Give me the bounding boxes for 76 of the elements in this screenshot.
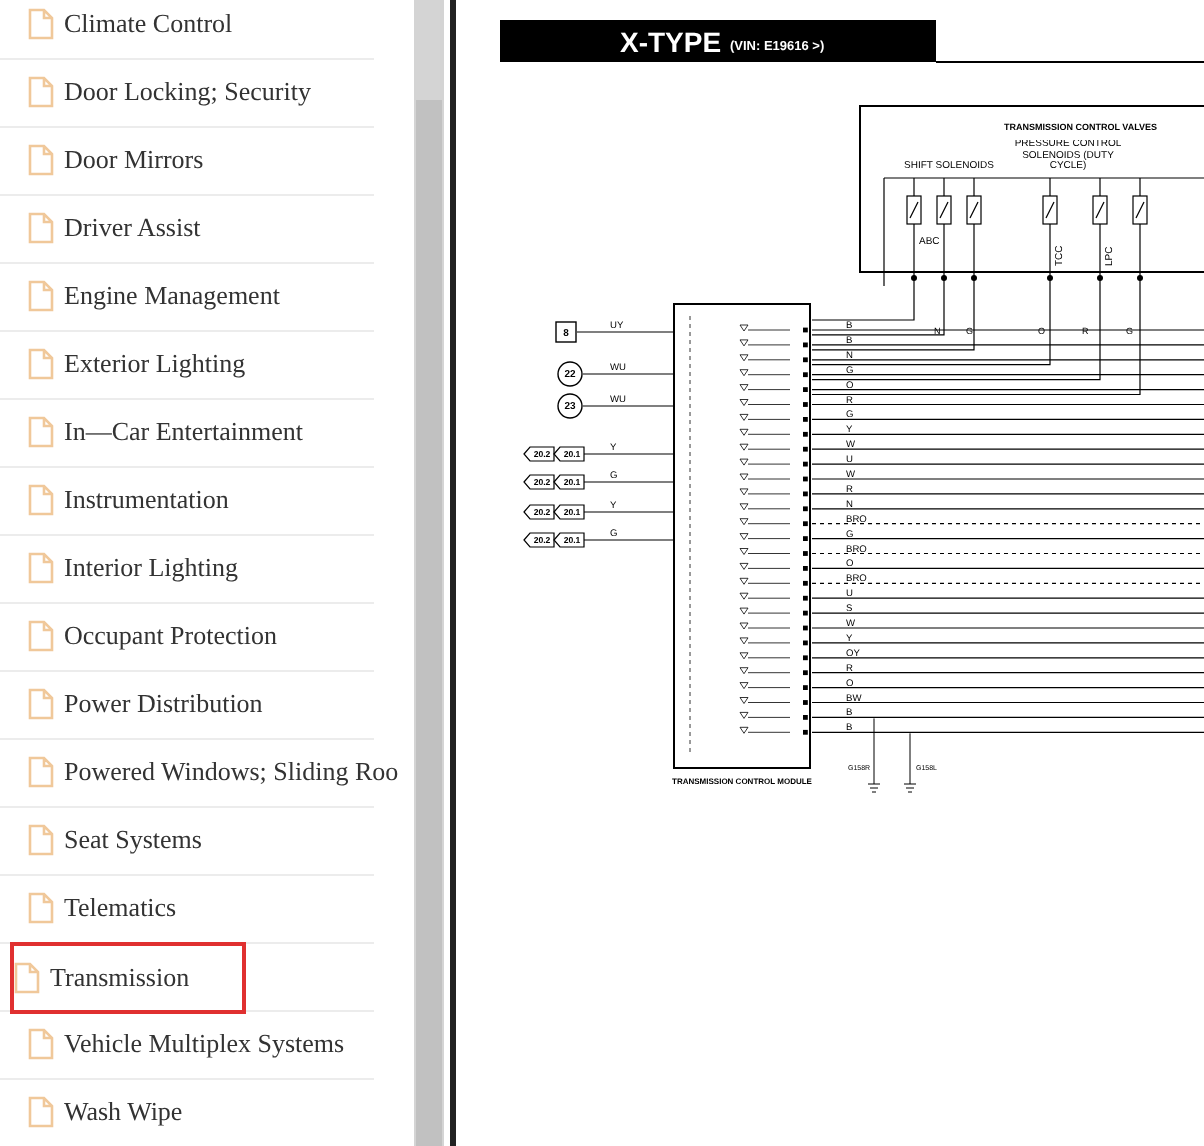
connector-box [555,321,577,343]
sidebar-item[interactable]: In—Car Entertainment [0,399,315,467]
document-icon [28,755,54,787]
pin-symbol [739,369,808,378]
sidebar-item[interactable]: Climate Control [0,0,245,59]
pin-symbol [739,414,808,422]
connector-circle [557,393,583,419]
sidebar-item[interactable]: Powered Windows; Sliding Roo [0,739,411,807]
pin-symbol [739,518,808,527]
wire [576,331,674,333]
pin-symbol [739,563,808,571]
pin-symbol [739,548,808,556]
sidebar-item[interactable]: Engine Management [0,263,292,331]
document-icon [28,687,54,719]
sidebar-item[interactable]: Transmission [10,941,246,1013]
document-icon [28,75,54,107]
pin-symbol [739,637,808,646]
sidebar-item[interactable]: Exterior Lighting [0,331,258,399]
wire [582,481,674,483]
sidebar-item[interactable]: Seat Systems [0,807,214,875]
document-icon [14,961,40,993]
pin-symbol [739,458,808,467]
document-icon [28,1095,54,1127]
pin-symbol [739,384,808,392]
sidebar-item[interactable]: Telematics [0,875,189,943]
sidebar-item[interactable]: Driver Assist [0,195,213,263]
pin-symbol [739,712,808,720]
wire [582,405,674,407]
wire [582,539,674,541]
sidebar-item[interactable]: Interior Lighting [0,535,251,603]
scrollbar[interactable] [414,0,444,1146]
pin-symbol [739,697,808,705]
pin-symbol [739,667,808,676]
pin-symbol [739,622,808,631]
wire [582,373,674,375]
sidebar-item[interactable]: Door Mirrors [0,127,216,195]
pin-symbol [739,488,808,497]
document-icon [28,823,54,855]
sidebar-item[interactable]: Wash Wipe [0,1079,195,1146]
sidebar-item[interactable]: Door Locking; Security [0,59,323,127]
pin-symbol [739,592,808,601]
document-icon [28,891,54,923]
pin-symbol [739,399,808,407]
ground-wiring-drawing [867,717,917,793]
wire [582,511,674,513]
connector-circle [557,361,583,387]
document-icon [28,415,54,447]
document-icon [28,483,54,515]
pin-symbol [739,533,808,541]
document-icon [28,143,54,175]
pin-symbol [739,726,808,735]
pin-symbol [739,473,808,482]
document-icon [28,551,54,583]
document-icon [28,1027,54,1059]
document-icon [28,619,54,651]
pin-symbol [739,503,808,512]
model-title: X-TYPE [620,26,722,58]
wire [582,453,674,455]
document-icon [28,347,54,379]
scrollbar-thumb[interactable] [416,100,442,1146]
pin-symbol [739,577,808,586]
pin-symbol [739,428,808,437]
pin-symbol [739,339,808,348]
pin-symbol [739,354,808,363]
sidebar-item[interactable]: Occupant Protection [0,603,289,671]
document-icon [28,279,54,311]
pin-symbol [739,443,808,452]
sidebar-item[interactable]: Instrumentation [0,467,241,535]
sidebar-item[interactable]: Vehicle Multiplex Systems [0,1011,357,1079]
pin-symbol [739,652,808,661]
pin-symbol [739,682,808,690]
pin-symbol [739,324,808,333]
sidebar-item[interactable]: Power Distribution [0,671,275,739]
document-icon [28,211,54,243]
pin-symbol [739,607,808,616]
document-icon [28,7,54,39]
